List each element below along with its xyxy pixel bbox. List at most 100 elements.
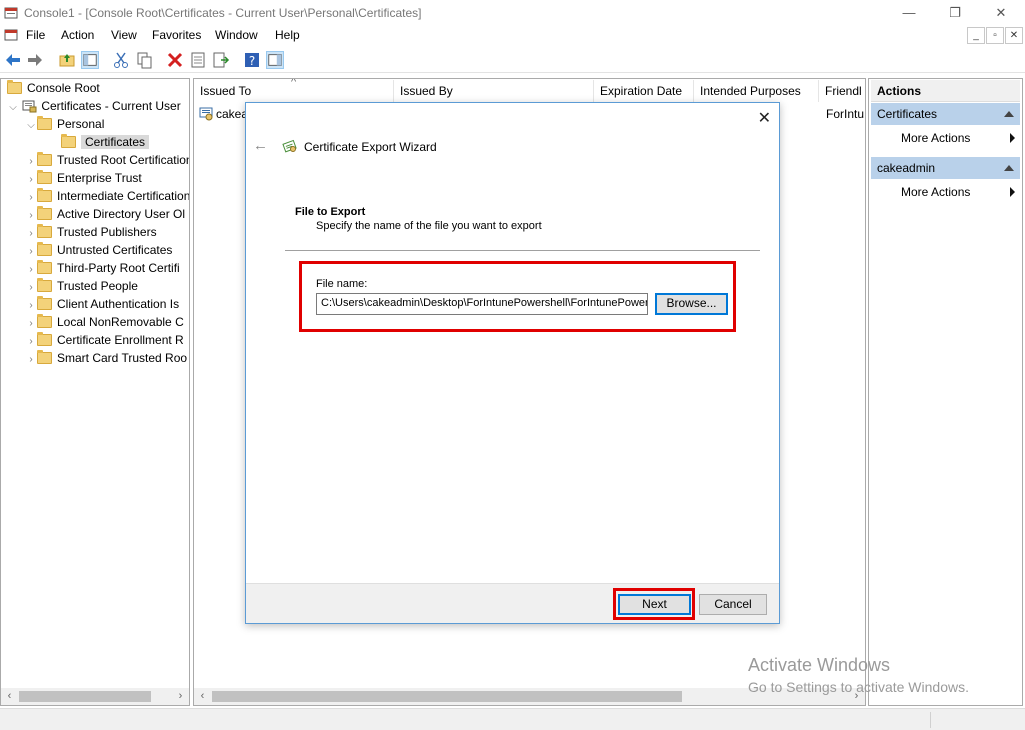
chevron-down-icon[interactable]: ⌵	[7, 99, 19, 117]
back-arrow-icon[interactable]: ←	[253, 137, 268, 154]
properties-icon[interactable]	[189, 51, 207, 69]
tree-node-trusted-publishers[interactable]: › Trusted Publishers	[25, 223, 157, 241]
back-arrow-icon[interactable]	[4, 51, 22, 69]
collapse-icon[interactable]	[1004, 165, 1014, 171]
mdi-restore-icon: ▫	[993, 30, 997, 41]
folder-icon	[61, 134, 76, 148]
cancel-button[interactable]: Cancel	[699, 594, 767, 615]
restore-button[interactable]: ❐	[932, 2, 978, 24]
export-list-icon[interactable]	[212, 51, 230, 69]
menu-window[interactable]: Window	[215, 28, 258, 42]
tree-node-label: Client Authentication Is	[57, 297, 180, 311]
wizard-title: Certificate Export Wizard	[304, 140, 437, 154]
up-folder-icon[interactable]	[58, 51, 76, 69]
close-window-button[interactable]: ✕	[978, 2, 1024, 24]
scroll-left-icon[interactable]: ‹	[1, 688, 18, 705]
column-expiration-date[interactable]: Expiration Date	[594, 80, 694, 102]
folder-icon	[37, 278, 52, 292]
folder-icon	[37, 260, 52, 274]
mdi-close-button[interactable]: ✕	[1005, 27, 1023, 44]
actions-section-certificates[interactable]: Certificates	[871, 103, 1020, 125]
actions-section-cakeadmin[interactable]: cakeadmin	[871, 157, 1020, 179]
column-label: Intended Purposes	[700, 84, 801, 98]
table-row[interactable]: cakea	[199, 105, 248, 123]
tree-node-label: Trusted People	[57, 279, 138, 293]
forward-arrow-icon[interactable]	[26, 51, 44, 69]
tree-node-client-auth[interactable]: › Client Authentication Is	[25, 295, 179, 313]
more-actions-label: More Actions	[901, 131, 971, 145]
tree-node-label: Console Root	[27, 81, 100, 95]
cut-icon[interactable]	[112, 51, 130, 69]
collapse-icon[interactable]	[1004, 111, 1014, 117]
tree-node-label: Active Directory User Ol	[57, 207, 186, 221]
tree-node-untrusted[interactable]: › Untrusted Certificates	[25, 241, 172, 259]
show-hide-action-pane-icon[interactable]	[266, 51, 284, 69]
mdi-minimize-icon: _	[973, 30, 979, 41]
activation-watermark-title: Activate Windows	[748, 655, 891, 675]
column-label: Issued By	[400, 84, 453, 98]
help-icon[interactable]: ?	[243, 51, 261, 69]
tree-horizontal-scrollbar[interactable]: ‹ ›	[1, 688, 189, 705]
tree-node-smart-card[interactable]: › Smart Card Trusted Roo	[25, 349, 187, 367]
tree-node-enterprise-trust[interactable]: › Enterprise Trust	[25, 169, 142, 187]
show-hide-tree-icon[interactable]	[81, 51, 99, 69]
window-title: Console1 - [Console Root\Certificates - …	[24, 6, 422, 20]
chevron-right-icon[interactable]: ›	[25, 351, 37, 369]
delete-icon[interactable]	[166, 51, 184, 69]
folder-icon	[37, 224, 52, 238]
divider	[285, 250, 760, 251]
tree-node-third-party-root[interactable]: › Third-Party Root Certifi	[25, 259, 180, 277]
toolbar: ?	[0, 47, 1025, 73]
mdi-restore-button[interactable]: ▫	[986, 27, 1004, 44]
tree-node-label: Personal	[57, 117, 105, 131]
column-label: Friendl	[825, 84, 862, 98]
column-intended-purposes[interactable]: Intended Purposes	[694, 80, 819, 102]
tree-node-local-nonremovable[interactable]: › Local NonRemovable C	[25, 313, 184, 331]
mdi-minimize-button[interactable]: _	[967, 27, 985, 44]
column-issued-by[interactable]: Issued By	[394, 80, 594, 102]
tree-node-label: Trusted Root Certification	[57, 153, 190, 167]
tree-node-personal[interactable]: ⌵ Personal	[25, 115, 104, 133]
scroll-thumb[interactable]	[19, 691, 151, 702]
menu-help[interactable]: Help	[275, 28, 300, 42]
tree-node-intermediate[interactable]: › Intermediate Certification	[25, 187, 189, 205]
status-bar	[0, 708, 1025, 730]
tree-node-cert-enrollment[interactable]: › Certificate Enrollment R	[25, 331, 184, 349]
highlight-box-next	[613, 588, 695, 620]
close-icon: ✕	[995, 5, 1007, 20]
minimize-button[interactable]: —	[886, 2, 932, 24]
actions-pane: Actions Certificates More Actions cakead…	[868, 78, 1023, 706]
folder-icon	[37, 350, 52, 364]
tree-node-label: Local NonRemovable C	[57, 315, 184, 329]
menu-action[interactable]: Action	[61, 28, 94, 42]
status-divider	[930, 712, 931, 728]
menu-file[interactable]: File	[26, 28, 45, 42]
column-friendly-name[interactable]: Friendl	[819, 80, 865, 102]
dialog-close-button[interactable]: ✕	[758, 108, 771, 128]
console-tree-pane: Console Root ⌵ Certificates - Current Us…	[0, 78, 190, 706]
scroll-thumb[interactable]	[212, 691, 682, 702]
menu-view[interactable]: View	[111, 28, 137, 42]
tree-node-certificates[interactable]: Certificates	[61, 133, 150, 151]
copy-icon[interactable]	[135, 51, 153, 69]
more-actions-cakeadmin[interactable]: More Actions	[901, 183, 1019, 201]
issued-to-cell: cakea	[216, 107, 249, 121]
menu-bar: File Action View Favorites Window Help	[0, 26, 1025, 46]
tree-node-active-directory[interactable]: › Active Directory User Ol	[25, 205, 185, 223]
menu-favorites[interactable]: Favorites	[152, 28, 201, 42]
section-description: Specify the name of the file you want to…	[316, 220, 542, 232]
more-actions-certificates[interactable]: More Actions	[901, 129, 1019, 147]
column-label: Expiration Date	[600, 84, 683, 98]
tree-node-console-root[interactable]: Console Root	[7, 79, 100, 97]
minimize-icon: —	[902, 5, 916, 20]
tree-node-trusted-root[interactable]: › Trusted Root Certification	[25, 151, 190, 169]
submenu-arrow-icon	[1010, 187, 1015, 197]
sort-ascending-icon: ^	[291, 78, 297, 88]
tree-node-certificates-current-user[interactable]: ⌵ Certificates - Current User	[7, 97, 181, 115]
tree-node-trusted-people[interactable]: › Trusted People	[25, 277, 138, 295]
folder-icon	[37, 152, 52, 166]
scroll-right-icon[interactable]: ›	[172, 688, 189, 705]
folder-icon	[37, 314, 52, 328]
chevron-down-icon[interactable]: ⌵	[25, 117, 37, 135]
scroll-left-icon[interactable]: ‹	[194, 688, 211, 705]
